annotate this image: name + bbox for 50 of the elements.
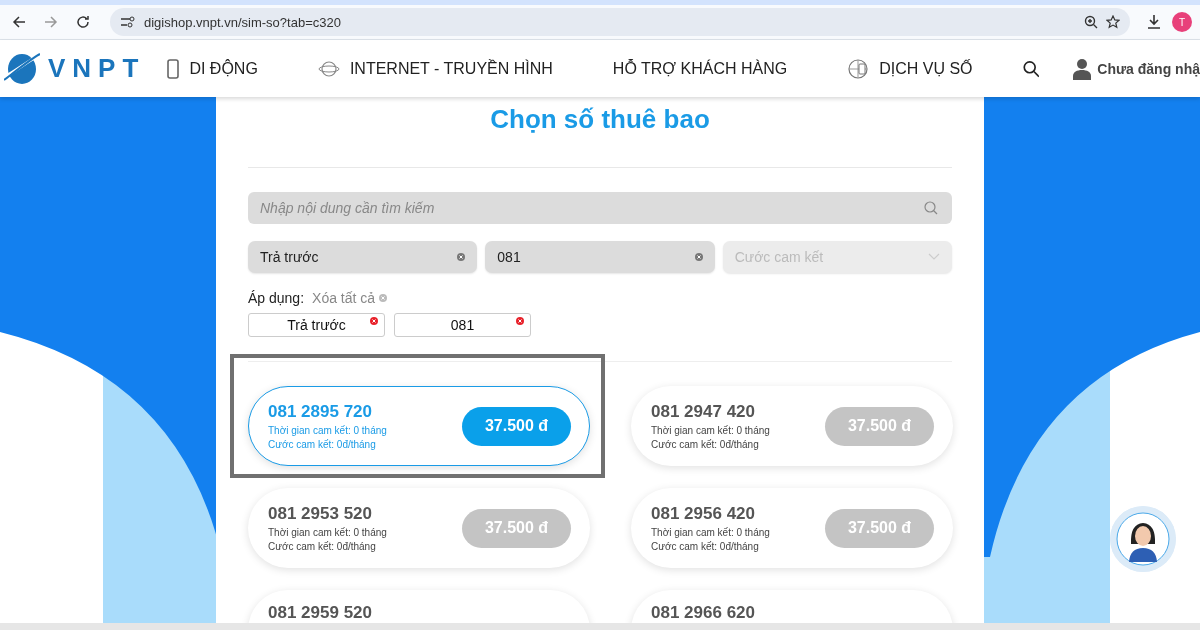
profile-avatar[interactable]: T — [1172, 12, 1192, 32]
filter-select[interactable]: Trả trước — [248, 241, 478, 273]
login-link[interactable]: Chưa đăng nhậ — [1097, 60, 1200, 77]
phone-number: 081 2895 720 — [268, 402, 373, 422]
applied-label: Áp dụng: — [248, 290, 305, 306]
commitment-term: Thời gian cam kết: 0 tháng — [268, 425, 388, 436]
phone-number-card[interactable]: 081 2947 420 Thời gian cam kết: 0 tháng Cước cam kết: 0đ/tháng 37.500 đ — [631, 386, 953, 466]
zoom-icon[interactable] — [1084, 15, 1098, 29]
chevron-down-icon — [928, 253, 940, 261]
commitment-fee: Cước cam kết: 0đ/tháng — [268, 439, 377, 450]
phone-number: 081 2959 520 — [268, 603, 373, 623]
logo-text[interactable]: VNPT — [48, 53, 146, 84]
globe-device-icon — [847, 57, 870, 80]
nav-link[interactable]: DI ĐỘNG — [189, 59, 258, 78]
commitment-term: Thời gian cam kết: 0 tháng — [268, 527, 388, 538]
star-icon[interactable] — [1106, 15, 1120, 29]
download-icon[interactable] — [1146, 14, 1162, 30]
commitment-fee: Cước cam kết: 0đ/tháng — [268, 541, 377, 552]
globe-icon — [317, 59, 340, 78]
clear-icon[interactable] — [694, 253, 703, 261]
site-settings-icon[interactable] — [120, 15, 136, 29]
address-bar[interactable]: digishop.vnpt.vn/sim-so?tab=c320 — [110, 8, 1130, 36]
commitment-term: Thời gian cam kết: 0 tháng — [651, 425, 771, 436]
url-text: digishop.vnpt.vn/sim-so?tab=c320 — [144, 14, 341, 30]
remove-icon[interactable] — [516, 317, 524, 325]
phone-number-card[interactable]: 081 2956 420 Thời gian cam kết: 0 tháng Cước cam kết: 0đ/tháng 37.500 đ — [631, 488, 953, 568]
clear-all-link[interactable]: Xóa tất cả — [312, 290, 376, 306]
nav-link[interactable]: HỖ TRỢ KHÁCH HÀNG — [612, 59, 788, 78]
page-title: Chọn số thuê bao — [489, 103, 711, 136]
remove-icon[interactable] — [370, 317, 378, 325]
phone-number: 081 2956 420 — [651, 504, 756, 524]
filter-select[interactable]: 081 — [485, 241, 715, 273]
user-icon[interactable] — [1073, 57, 1092, 80]
horizontal-scrollbar[interactable] — [0, 623, 1200, 630]
search-icon[interactable] — [1022, 58, 1040, 79]
commitment-fee: Cước cam kết: 0đ/tháng — [651, 541, 760, 552]
clear-icon[interactable] — [457, 253, 466, 261]
phone-number: 081 2953 520 — [268, 504, 373, 524]
commitment-fee: Cước cam kết: 0đ/tháng — [651, 439, 760, 450]
nav-link[interactable]: DỊCH VỤ SỐ — [879, 59, 973, 78]
filter-chip[interactable]: 081 — [394, 313, 531, 337]
filter-chip[interactable]: Trả trước — [248, 313, 385, 337]
commitment-term: Thời gian cam kết: 0 tháng — [651, 527, 771, 538]
phone-number: 081 2947 420 — [651, 402, 756, 422]
phone-number: 081 2966 620 — [651, 603, 756, 623]
phone-number-card[interactable]: 081 2953 520 Thời gian cam kết: 0 tháng Cước cam kết: 0đ/tháng 37.500 đ — [248, 488, 590, 568]
phone-icon — [167, 58, 180, 79]
nav-link[interactable]: INTERNET - TRUYỀN HÌNH — [349, 59, 553, 78]
logo-icon[interactable] — [4, 51, 40, 86]
search-field[interactable]: Nhập nội dung cần tìm kiếm — [248, 192, 952, 224]
